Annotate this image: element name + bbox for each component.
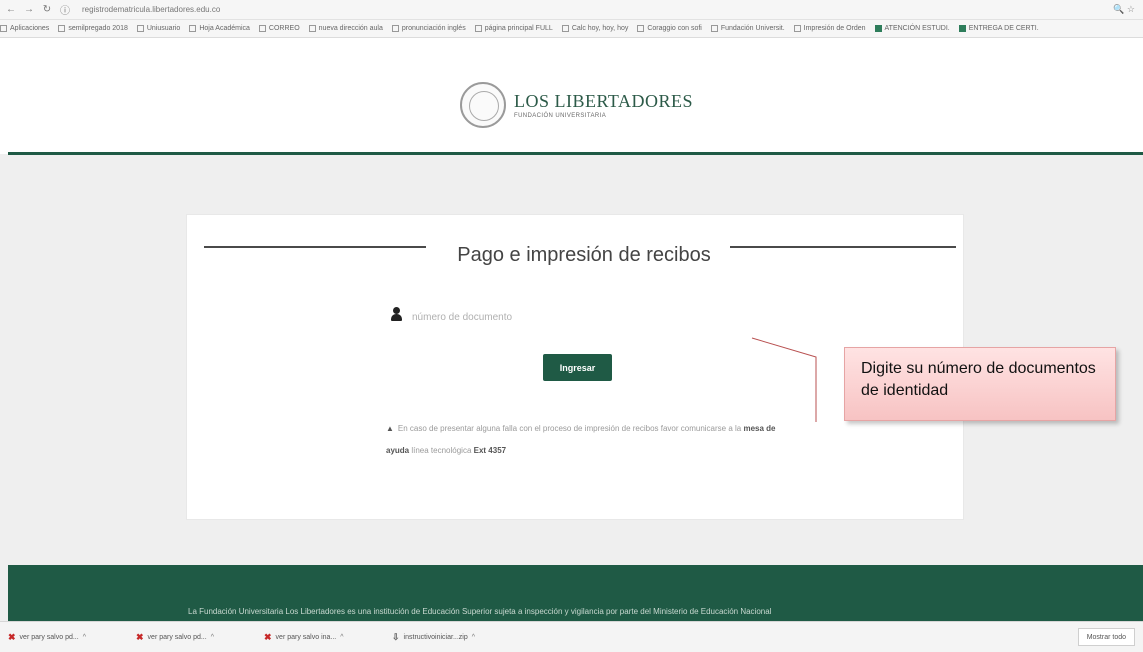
bookmark-label: ENTREGA DE CERTI.: [968, 25, 1039, 32]
download-label: ver pary salvo pd...: [19, 633, 79, 641]
green-doc-icon: [958, 25, 966, 32]
seal-icon: [460, 82, 506, 128]
annotation-callout: Digite su número de documentos de identi…: [844, 347, 1116, 421]
download-label: instructivoiniciar...zip: [403, 633, 468, 641]
bookmark-label: Coraggio con sofi: [647, 25, 702, 32]
download-item[interactable]: ⇩ instructivoiniciar...zip ^: [392, 632, 512, 643]
card-title-row: Pago e impresión de recibos: [204, 238, 956, 274]
page-icon: [391, 25, 399, 32]
help-text-1: En caso de presentar alguna falla con el…: [397, 424, 742, 433]
bookmark-item[interactable]: Calc hoy, hoy, hoy: [561, 25, 629, 32]
download-item[interactable]: ✖ ver pary salvo pd... ^: [8, 632, 128, 643]
footer-text: La Fundación Universitaria Los Libertado…: [188, 607, 772, 616]
page-icon: [793, 25, 801, 32]
chevron-up-icon[interactable]: ^: [83, 634, 86, 641]
bookmark-label: ATENCIÓN ESTUDI.: [884, 25, 950, 32]
page-icon: [58, 25, 66, 32]
page-icon: [258, 25, 266, 32]
bookmark-label: CORREO: [268, 25, 300, 32]
ingresar-button[interactable]: Ingresar: [543, 354, 612, 381]
title-line-left: [204, 246, 426, 248]
bookmark-label: página principal FULL: [484, 25, 553, 32]
page-icon: [136, 25, 144, 32]
bookmark-item[interactable]: pronunciación inglés: [391, 25, 466, 32]
page-icon: [308, 25, 316, 32]
page-title: Pago e impresión de recibos: [457, 244, 711, 266]
show-all-downloads-button[interactable]: Mostrar todo: [1077, 628, 1135, 646]
bookmark-label: Calc hoy, hoy, hoy: [571, 25, 629, 32]
bookmark-item[interactable]: nueva dirección aula: [308, 25, 383, 32]
chevron-up-icon[interactable]: ^: [472, 634, 475, 641]
bookmark-item[interactable]: ATENCIÓN ESTUDI.: [874, 25, 950, 32]
bookmark-item[interactable]: Aplicaciones: [0, 25, 49, 32]
download-label: ver pary salvo pd...: [147, 633, 207, 641]
green-doc-icon: [874, 25, 882, 32]
help-text-2: línea tecnológica: [411, 446, 474, 455]
document-number-input[interactable]: [412, 306, 772, 328]
browser-address-bar: ← → ↻ ⓘ registrodematricula.libertadores…: [0, 0, 1143, 20]
bookmark-label: pronunciación inglés: [401, 25, 466, 32]
bookmark-item[interactable]: Uniusuario: [136, 25, 181, 32]
downloads-bar: ✖ ver pary salvo pd... ^ ✖ ver pary salvo pd…: [0, 621, 1143, 652]
zoom-star-icons[interactable]: 🔍 ☆: [1113, 4, 1135, 15]
bookmark-item[interactable]: página principal FULL: [474, 25, 553, 32]
bookmark-label: Fundación Universit.: [720, 25, 785, 32]
pdf-icon: ✖: [8, 631, 16, 642]
help-notice: ▲ En caso de presentar alguna falla con e…: [386, 418, 786, 462]
bookmark-label: Aplicaciones: [10, 25, 50, 32]
bookmark-item[interactable]: Fundación Universit.: [710, 25, 785, 32]
bookmark-label: Impresión de Orden: [803, 25, 866, 32]
header-divider: [8, 152, 1143, 155]
logo-subtitle: FUNDACIÓN UNIVERSITARIA: [514, 113, 607, 119]
download-label: ver pary salvo ina...: [275, 633, 337, 641]
bookmark-item[interactable]: Coraggio con sofi: [637, 25, 702, 32]
pdf-icon: ✖: [136, 631, 144, 642]
download-item[interactable]: ✖ ver pary salvo pd... ^: [136, 632, 256, 643]
forward-icon[interactable]: →: [22, 4, 36, 15]
apps-icon: [0, 25, 7, 32]
title-line-right: [730, 246, 956, 248]
url-field[interactable]: registrodematricula.libertadores.edu.co: [82, 5, 220, 14]
bookmark-label: nueva dirección aula: [318, 25, 383, 32]
user-icon: [391, 307, 402, 323]
page-icon: [189, 25, 197, 32]
bookmark-item[interactable]: CORREO: [258, 25, 300, 32]
page-icon: [561, 25, 569, 32]
site-footer: La Fundación Universitaria Los Libertado…: [8, 565, 1143, 621]
bookmark-label: Hoja Académica: [199, 25, 250, 32]
bookmark-item[interactable]: ENTREGA DE CERTI.: [958, 25, 1039, 32]
bookmark-item[interactable]: Impresión de Orden: [793, 25, 866, 32]
bookmark-label: Uniusuario: [146, 25, 181, 32]
warning-icon: ▲: [386, 424, 394, 433]
chevron-up-icon[interactable]: ^: [340, 634, 343, 641]
reload-icon[interactable]: ↻: [40, 4, 54, 15]
file-icon: ⇩: [392, 631, 400, 642]
download-item[interactable]: ✖ ver pary salvo ina... ^: [264, 632, 384, 643]
bookmark-label: semilpregado 2018: [68, 25, 128, 32]
info-icon: ⓘ: [60, 6, 70, 17]
page-icon: [710, 25, 718, 32]
page-icon: [637, 25, 645, 32]
bookmark-item[interactable]: Hoja Académica: [189, 25, 250, 32]
chevron-up-icon[interactable]: ^: [211, 634, 214, 641]
page-icon: [474, 25, 482, 32]
bookmarks-bar: Aplicaciones semilpregado 2018 Uniusuario H…: [0, 20, 1143, 38]
pdf-icon: ✖: [264, 631, 272, 642]
bookmark-item[interactable]: semilpregado 2018: [58, 25, 128, 32]
site-logo[interactable]: LOS LIBERTADORES FUNDACIÓN UNIVERSITARIA: [460, 82, 693, 128]
help-extension: Ext 4357: [473, 446, 507, 455]
logo-title: LOS LIBERTADORES: [514, 91, 693, 111]
back-icon[interactable]: ←: [4, 4, 18, 15]
